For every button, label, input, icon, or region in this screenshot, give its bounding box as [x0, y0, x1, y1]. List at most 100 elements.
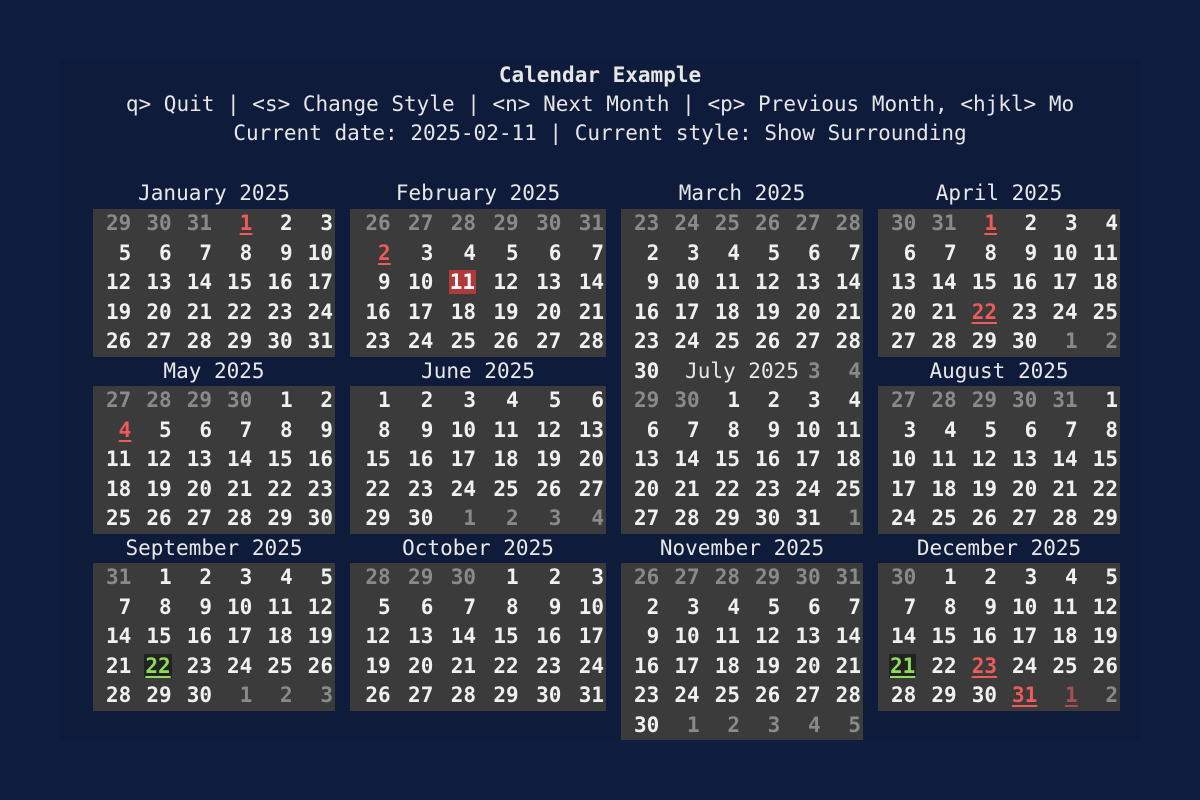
day-cell[interactable]: 26 — [742, 209, 782, 239]
day-cell[interactable]: 19 — [742, 298, 782, 328]
day-cell[interactable]: 14 — [661, 445, 701, 475]
day-cell[interactable]: 17 — [661, 298, 701, 328]
day-cell[interactable]: 23 — [350, 327, 393, 357]
day-cell[interactable]: 31 — [295, 327, 335, 357]
day-cell[interactable]: 16 — [521, 622, 564, 652]
day-cell[interactable]: 1 — [1039, 327, 1079, 357]
day-cell[interactable]: 10 — [999, 593, 1039, 623]
day-cell[interactable]: 29 — [742, 563, 782, 593]
day-cell[interactable]: 31 — [782, 504, 822, 534]
day-cell[interactable]: 1 — [1080, 386, 1120, 416]
day-cell[interactable]: 31 — [999, 681, 1039, 711]
day-cell[interactable]: 1 — [214, 209, 254, 239]
day-cell[interactable]: 13 — [563, 416, 606, 446]
day-cell[interactable]: 14 — [563, 268, 606, 298]
day-cell[interactable]: 2 — [174, 563, 214, 593]
day-cell[interactable]: 13 — [621, 445, 661, 475]
day-cell[interactable]: 24 — [661, 681, 701, 711]
day-cell[interactable]: 9 — [174, 593, 214, 623]
day-cell[interactable]: 23 — [254, 298, 294, 328]
day-cell[interactable]: 8 — [214, 239, 254, 269]
day-cell[interactable]: 26 — [478, 327, 521, 357]
day-cell[interactable]: 12 — [350, 622, 393, 652]
day-cell[interactable]: 7 — [435, 593, 478, 623]
day-cell[interactable]: 26 — [742, 327, 782, 357]
day-cell[interactable]: 14 — [878, 622, 918, 652]
day-cell[interactable]: 25 — [702, 681, 742, 711]
day-cell[interactable]: 7 — [174, 239, 214, 269]
day-cell[interactable]: 28 — [435, 681, 478, 711]
day-cell[interactable]: 9 — [621, 622, 661, 652]
day-cell[interactable]: 5 — [350, 593, 393, 623]
day-cell[interactable]: 21 — [563, 298, 606, 328]
day-cell[interactable]: 28 — [823, 327, 863, 357]
day-cell[interactable]: 17 — [661, 652, 701, 682]
day-cell[interactable]: 29 — [959, 386, 999, 416]
day-cell[interactable]: 12 — [478, 268, 521, 298]
day-cell[interactable]: 17 — [393, 298, 436, 328]
day-cell[interactable]: 13 — [393, 622, 436, 652]
day-cell[interactable]: 2 — [621, 593, 661, 623]
day-cell[interactable]: 22 — [478, 652, 521, 682]
day-cell[interactable]: 30 — [521, 681, 564, 711]
day-cell[interactable]: 23 — [999, 298, 1039, 328]
day-cell[interactable]: 31 — [563, 681, 606, 711]
day-cell[interactable]: 25 — [1080, 298, 1120, 328]
day-cell[interactable]: 13 — [521, 268, 564, 298]
day-cell[interactable]: 17 — [435, 445, 478, 475]
day-cell[interactable]: 25 — [478, 475, 521, 505]
day-cell[interactable]: 14 — [174, 268, 214, 298]
day-cell[interactable]: 16 — [174, 622, 214, 652]
day-cell[interactable]: 27 — [133, 327, 173, 357]
day-cell[interactable]: 29 — [174, 386, 214, 416]
day-cell[interactable]: 30 — [621, 711, 661, 741]
day-cell[interactable]: 18 — [254, 622, 294, 652]
day-cell[interactable]: 1 — [1039, 681, 1079, 711]
day-cell[interactable]: 14 — [918, 268, 958, 298]
day-cell[interactable]: 2 — [254, 681, 294, 711]
day-cell[interactable]: 19 — [959, 475, 999, 505]
day-cell[interactable]: 15 — [1080, 445, 1120, 475]
day-cell[interactable]: 8 — [133, 593, 173, 623]
day-cell[interactable]: 9 — [393, 416, 436, 446]
day-cell[interactable]: 21 — [878, 652, 918, 682]
day-cell[interactable]: 22 — [133, 652, 173, 682]
day-cell[interactable]: 28 — [918, 386, 958, 416]
day-cell[interactable]: 11 — [1039, 593, 1079, 623]
day-cell[interactable]: 5 — [521, 386, 564, 416]
day-cell[interactable]: 19 — [295, 622, 335, 652]
day-cell[interactable]: 2 — [742, 386, 782, 416]
day-cell[interactable]: 27 — [521, 327, 564, 357]
day-cell[interactable]: 2 — [295, 386, 335, 416]
day-cell[interactable]: 5 — [478, 239, 521, 269]
day-cell[interactable]: 15 — [214, 268, 254, 298]
day-cell[interactable]: 27 — [878, 327, 918, 357]
day-cell[interactable]: 15 — [350, 445, 393, 475]
day-cell[interactable]: 15 — [702, 445, 742, 475]
day-cell[interactable]: 28 — [661, 504, 701, 534]
day-cell[interactable]: 1 — [214, 681, 254, 711]
day-cell[interactable]: 3 — [393, 239, 436, 269]
day-cell[interactable]: 3 — [661, 593, 701, 623]
day-cell[interactable]: 31 — [174, 209, 214, 239]
day-cell[interactable]: 1 — [823, 504, 863, 534]
day-cell[interactable]: 26 — [1080, 652, 1120, 682]
day-cell[interactable]: 29 — [350, 504, 393, 534]
day-cell[interactable]: 4 — [702, 593, 742, 623]
day-cell[interactable]: 24 — [295, 298, 335, 328]
day-cell[interactable]: 28 — [435, 209, 478, 239]
day-cell[interactable]: 7 — [823, 593, 863, 623]
day-cell[interactable]: 9 — [254, 239, 294, 269]
day-cell[interactable]: 27 — [174, 504, 214, 534]
day-cell[interactable]: 29 — [702, 504, 742, 534]
day-cell[interactable]: 14 — [93, 622, 133, 652]
day-cell[interactable]: 26 — [521, 475, 564, 505]
day-cell[interactable]: 21 — [1039, 475, 1079, 505]
day-cell[interactable]: 17 — [782, 445, 822, 475]
day-cell[interactable]: 7 — [93, 593, 133, 623]
day-cell[interactable]: 21 — [435, 652, 478, 682]
day-cell[interactable]: 23 — [621, 327, 661, 357]
day-cell[interactable]: 3 — [563, 563, 606, 593]
day-cell[interactable]: 6 — [393, 593, 436, 623]
day-cell[interactable]: 4 — [782, 711, 822, 741]
